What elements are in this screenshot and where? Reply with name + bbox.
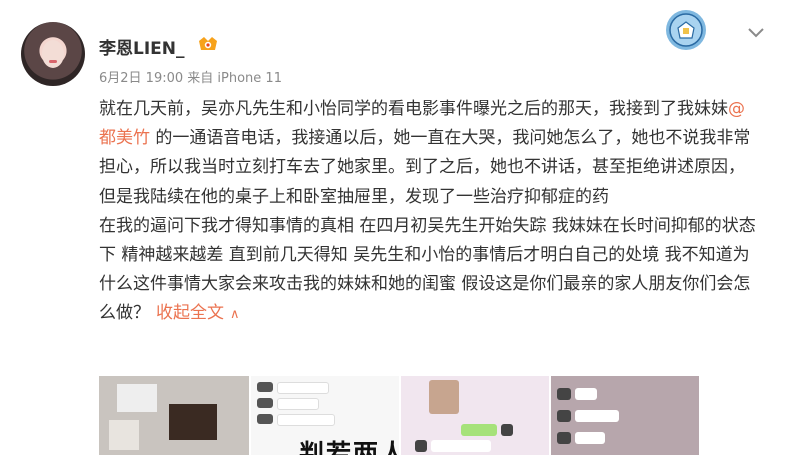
chat-avatar [501, 424, 513, 436]
image-thumbnail-1[interactable] [99, 376, 249, 455]
image-thumbnail-3[interactable] [399, 376, 551, 455]
post-paragraph-2: 在我的逼问下我才得知事情的真相 在四月初吴先生开始失踪 我妹妹在长时间抑郁的状态… [99, 212, 759, 330]
chat-avatar [557, 388, 571, 400]
post-paragraph-1: 就在几天前，吴亦凡先生和小怡同学的看电影事件曝光之后的那天，我接到了我妹妹@都美… [99, 95, 759, 212]
club-badge-icon [666, 10, 706, 50]
photo-block [117, 384, 157, 412]
photo-block [109, 420, 139, 450]
chat-avatar [257, 398, 273, 408]
chat-bubble [461, 424, 497, 436]
image-thumbnail-4[interactable] [549, 376, 699, 455]
chevron-up-icon: ∧ [230, 307, 240, 323]
chat-bubble [575, 388, 597, 400]
post-meta: 6月2日 19:00 来自 iPhone 11 [99, 71, 282, 86]
collapse-label: 收起全文 [156, 303, 224, 324]
chat-bubble [277, 382, 329, 394]
image-thumbnail-2[interactable]: 判若两人 [249, 376, 401, 455]
chat-bubble [277, 414, 335, 426]
vip-badge-icon[interactable] [197, 35, 219, 53]
post-text-part2: 的一通语音电话，我接通以后，她一直在大哭，我问她怎么了，她也不说我非常担心，所以… [99, 128, 751, 207]
post-text-part1: 就在几天前，吴亦凡先生和小怡同学的看电影事件曝光之后的那天，我接到了我妹妹 [99, 99, 728, 119]
chat-avatar [557, 432, 571, 444]
collapse-full-text-button[interactable]: 收起全文 ∧ [156, 303, 240, 323]
chat-avatar [415, 440, 427, 452]
post-body: 就在几天前，吴亦凡先生和小怡同学的看电影事件曝光之后的那天，我接到了我妹妹@都美… [99, 95, 759, 330]
chat-bubble [575, 432, 605, 444]
chat-avatar [257, 382, 273, 392]
image-caption-text: 判若两人 [299, 439, 401, 455]
chevron-down-icon[interactable] [745, 24, 767, 40]
chat-bubble [575, 410, 619, 422]
user-avatar[interactable] [21, 22, 85, 86]
chat-bubble [431, 440, 491, 452]
avatar-lip [49, 60, 57, 63]
avatar-face [42, 40, 64, 68]
chat-bubble [277, 398, 319, 410]
chat-avatar [557, 410, 571, 422]
chat-avatar [257, 414, 273, 424]
image-gallery: 判若两人 [99, 376, 699, 455]
photo-block [169, 404, 217, 440]
username[interactable]: 李恩LIEN_ [99, 34, 185, 59]
photo-block [429, 380, 459, 414]
